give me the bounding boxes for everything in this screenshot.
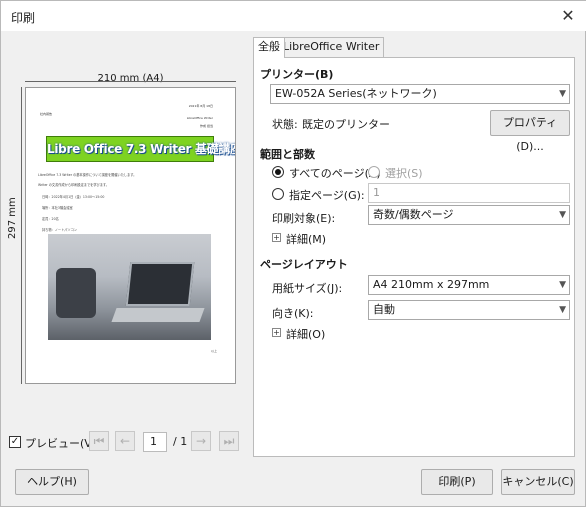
page-number-input[interactable]: 1	[143, 432, 167, 452]
printer-section-heading: プリンター(B)	[260, 68, 334, 81]
expand-icon[interactable]: +	[272, 233, 281, 242]
width-dimension-line	[25, 81, 236, 82]
height-dimension-label: 297 mm	[7, 197, 18, 239]
doc-bullets: 日時：2022年4月1日（金）13:00〜15:00 場所：本社3階会議室 定員…	[42, 194, 104, 238]
chevron-down-icon: ▼	[559, 305, 566, 315]
help-button[interactable]: ヘルプ(H)	[15, 469, 89, 495]
width-dimension-label: 210 mm (A4)	[97, 73, 164, 84]
photo-chair	[56, 268, 96, 318]
doc-bullet: 定員：20名	[42, 217, 59, 221]
photo-laptop-base	[111, 308, 205, 322]
all-pages-label[interactable]: すべてのページ(A)	[289, 165, 381, 181]
orientation-label: 向き(K):	[272, 307, 314, 320]
print-dialog: 印刷 ✕ 210 mm (A4) 297 mm 2021年 8月 18日 社内報…	[0, 0, 586, 507]
paper-size-select[interactable]: A4 210mm x 297mm ▼	[368, 275, 570, 295]
tab-libreoffice-writer[interactable]: LibreOffice Writer	[278, 37, 385, 57]
doc-bullet: 場所：本社3階会議室	[42, 206, 73, 210]
doc-banner: Libre Office 7.3 Writer 基礎講座のお知らせ	[46, 136, 235, 162]
all-pages-radio[interactable]	[272, 166, 284, 178]
preview-checkbox-label[interactable]: プレビュー(V)	[25, 435, 96, 451]
expand-icon[interactable]: +	[272, 328, 281, 337]
height-dimension-line	[21, 87, 22, 384]
first-page-icon: ⏮	[93, 434, 105, 448]
print-target-value: 奇数/偶数ページ	[373, 208, 454, 221]
chevron-down-icon: ▼	[559, 210, 566, 220]
specific-pages-label[interactable]: 指定ページ(G):	[289, 187, 365, 203]
orientation-value: 自動	[373, 303, 395, 316]
doc-header-right2: 作成 担当	[200, 124, 213, 128]
printer-status-label: 状態:	[272, 118, 298, 131]
doc-banner-text: Libre Office 7.3 Writer 基礎講座のお知らせ	[47, 142, 235, 156]
last-page-icon: ⏭	[223, 434, 235, 448]
layout-section-heading: ページレイアウト	[260, 258, 348, 271]
last-page-button[interactable]: ⏭	[219, 431, 239, 451]
chevron-down-icon: ▼	[559, 280, 566, 290]
selection-label[interactable]: 選択(S)	[385, 165, 423, 181]
printer-select-value: EW-052A Series(ネットワーク)	[275, 87, 437, 100]
title-bar: 印刷 ✕	[1, 1, 586, 31]
paper-size-value: A4 210mm x 297mm	[373, 278, 490, 291]
prev-page-button[interactable]: ←	[115, 431, 135, 451]
cancel-button[interactable]: キャンセル(C)	[501, 469, 575, 495]
tab-general[interactable]: 全般	[253, 37, 285, 58]
photo-laptop-screen	[125, 262, 195, 306]
orientation-select[interactable]: 自動 ▼	[368, 300, 570, 320]
doc-date: 2021年 8月 18日	[188, 104, 213, 108]
dialog-title: 印刷	[11, 11, 36, 25]
range-section-heading: 範囲と部数	[260, 148, 315, 161]
arrow-left-icon: ←	[119, 434, 131, 448]
pages-input[interactable]: 1	[368, 183, 570, 203]
printer-select[interactable]: EW-052A Series(ネットワーク) ▼	[270, 84, 570, 104]
printer-properties-button[interactable]: プロパティ(D)...	[490, 110, 570, 153]
doc-line1: LibreOffice 7.3 Writer の基本操作について講座を開催いたし…	[38, 173, 137, 177]
selection-radio[interactable]	[368, 166, 380, 178]
print-target-select[interactable]: 奇数/偶数ページ ▼	[368, 205, 570, 225]
specific-pages-radio[interactable]	[272, 188, 284, 200]
chevron-down-icon: ▼	[559, 89, 566, 99]
doc-header-right1: LibreOffice Writer	[186, 116, 213, 120]
preview-checkbox[interactable]: ✓	[9, 436, 21, 448]
page-preview: 2021年 8月 18日 社内報告 LibreOffice Writer 作成 …	[25, 87, 236, 384]
print-target-label: 印刷対象(E):	[272, 212, 336, 225]
layout-details-link[interactable]: 詳細(O)	[286, 326, 325, 342]
next-page-button[interactable]: →	[191, 431, 211, 451]
doc-line2: Writer の文書作成から印刷設定までを学びます。	[38, 183, 109, 187]
page-total: / 1	[173, 435, 188, 448]
close-icon[interactable]: ✕	[557, 5, 579, 27]
printer-status-value: 既定のプリンター	[302, 118, 390, 131]
paper-size-label: 用紙サイズ(J):	[272, 282, 343, 295]
doc-laptop-photo	[48, 234, 211, 340]
range-details-link[interactable]: 詳細(M)	[286, 231, 326, 247]
doc-bullet: 日時：2022年4月1日（金）13:00〜15:00	[42, 195, 105, 199]
doc-header-left: 社内報告	[40, 112, 53, 116]
print-button[interactable]: 印刷(P)	[421, 469, 493, 495]
doc-footer: 以上	[210, 349, 217, 353]
general-tab-panel: プリンター(B) EW-052A Series(ネットワーク) ▼ 状態: 既定…	[253, 57, 575, 457]
first-page-button[interactable]: ⏮	[89, 431, 109, 451]
arrow-right-icon: →	[195, 434, 207, 448]
doc-bullet: 持ち物：ノートパソコン	[42, 228, 78, 232]
